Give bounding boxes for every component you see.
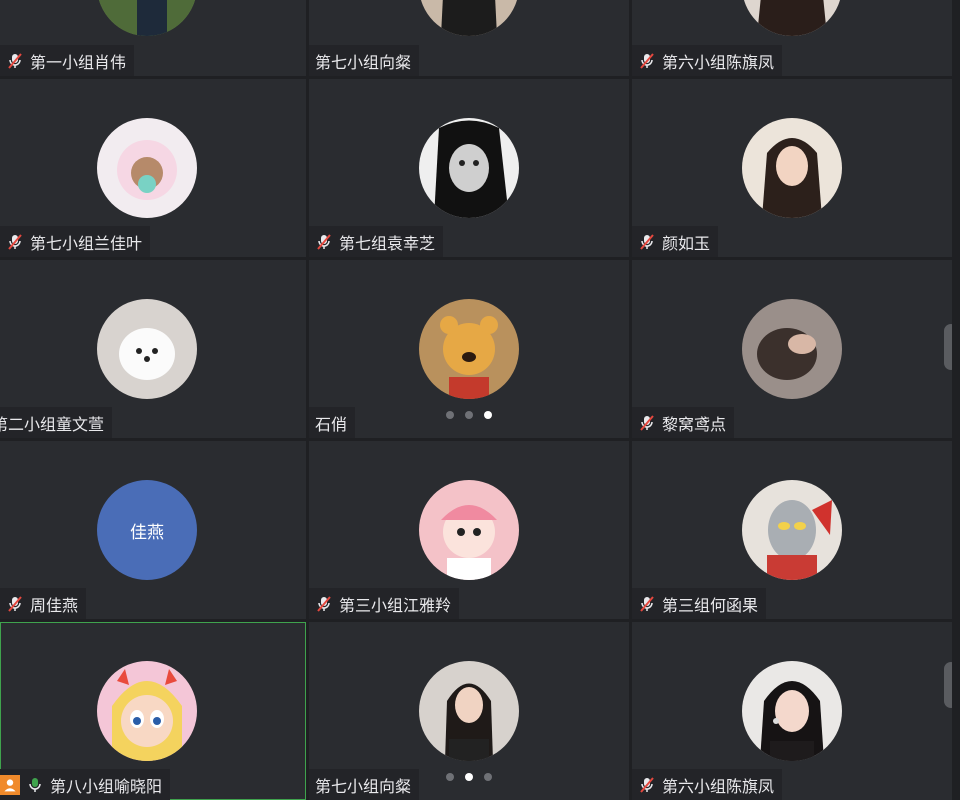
page-dot-active[interactable] (484, 411, 492, 419)
mic-muted-icon (640, 414, 654, 431)
participant-name: 第七小组向粲 (315, 52, 412, 72)
screen-share-icon (0, 774, 20, 795)
participant-nameplate: 第三组何函果 (632, 588, 767, 619)
participant-name: 颜如玉 (662, 233, 711, 253)
avatar (742, 0, 842, 36)
page-dot[interactable] (446, 411, 454, 419)
participant-name: 第六小组陈旗凤 (662, 776, 775, 796)
participant-tile[interactable]: 佳燕 周佳燕 (0, 441, 306, 619)
participant-nameplate: 第六小组陈旗凤 (632, 769, 783, 800)
participant-name: 周佳燕 (30, 595, 79, 615)
participant-nameplate: 第七小组兰佳叶 (0, 226, 151, 257)
participant-name: 第八小组喻晓阳 (50, 776, 163, 796)
participant-name: 第七小组兰佳叶 (30, 233, 143, 253)
video-grid: 第一小组肖伟 第七小组向粲 第六小组陈旗凤 第七小组兰佳叶 第七组袁幸芝 颜如玉… (0, 0, 960, 800)
participant-tile[interactable]: 第六小组陈旗凤 (632, 0, 952, 76)
avatar (742, 299, 842, 399)
participant-tile[interactable]: 第七小组向粲 (309, 0, 629, 76)
participant-name: 第一小组肖伟 (30, 52, 127, 72)
participant-name: 第七组袁幸芝 (339, 233, 436, 253)
participant-nameplate: 第三小组江雅羚 (309, 588, 460, 619)
participant-tile[interactable]: 颜如玉 (632, 79, 952, 257)
page-dot-active[interactable] (465, 773, 473, 781)
avatar (742, 118, 842, 218)
mic-muted-icon (640, 52, 654, 69)
page-indicator (446, 411, 492, 419)
participant-name: 黎窝鸢点 (662, 414, 727, 434)
participant-nameplate: 第七小组向粲 (309, 769, 420, 800)
participant-nameplate: 第八小组喻晓阳 (0, 769, 171, 800)
avatar (97, 118, 197, 218)
participant-tile[interactable]: 黎窝鸢点 (632, 260, 952, 438)
page-dot[interactable] (446, 773, 454, 781)
participant-tile[interactable]: 第六小组陈旗凤 (632, 622, 952, 800)
participant-tile[interactable]: 第七组袁幸芝 (309, 79, 629, 257)
participant-nameplate: 周佳燕 (0, 588, 87, 619)
avatar (742, 661, 842, 761)
participant-nameplate: 石俏 (309, 407, 356, 438)
page-dot[interactable] (484, 773, 492, 781)
participant-nameplate: 第一小组肖伟 (0, 45, 135, 76)
participant-tile[interactable]: 第三组何函果 (632, 441, 952, 619)
avatar (97, 0, 197, 36)
participant-tile[interactable]: 第二小组童文萱 (0, 260, 306, 438)
mic-muted-icon (317, 595, 331, 612)
participant-nameplate: 黎窝鸢点 (632, 407, 735, 438)
scroll-handle[interactable] (944, 324, 952, 370)
participant-name: 石俏 (315, 414, 348, 434)
avatar (97, 299, 197, 399)
mic-muted-icon (317, 233, 331, 250)
avatar-initials: 佳燕 (97, 480, 197, 580)
participant-nameplate: 颜如玉 (632, 226, 719, 257)
page-dot[interactable] (465, 411, 473, 419)
participant-name: 第二小组童文萱 (0, 414, 105, 434)
avatar (419, 661, 519, 761)
participant-tile-active-speaker[interactable]: 第八小组喻晓阳 (0, 622, 306, 800)
participant-tile[interactable]: 第三小组江雅羚 (309, 441, 629, 619)
participant-name: 第三组何函果 (662, 595, 759, 615)
avatar (419, 0, 519, 36)
mic-muted-icon (8, 595, 22, 612)
avatar (419, 480, 519, 580)
page-indicator (446, 773, 492, 781)
scroll-handle[interactable] (944, 662, 952, 708)
participant-name: 第七小组向粲 (315, 776, 412, 796)
mic-muted-icon (640, 776, 654, 793)
participant-tile[interactable]: 第七小组兰佳叶 (0, 79, 306, 257)
participant-nameplate: 第六小组陈旗凤 (632, 45, 783, 76)
avatar (419, 299, 519, 399)
participant-name: 第三小组江雅羚 (339, 595, 452, 615)
participant-nameplate: 第七组袁幸芝 (309, 226, 444, 257)
participant-nameplate: 第二小组童文萱 (0, 407, 113, 438)
avatar (97, 661, 197, 761)
participant-tile[interactable]: 第一小组肖伟 (0, 0, 306, 76)
mic-muted-icon (8, 52, 22, 69)
participant-name: 第六小组陈旗凤 (662, 52, 775, 72)
participant-nameplate: 第七小组向粲 (309, 45, 420, 76)
mic-muted-icon (640, 595, 654, 612)
mic-muted-icon (640, 233, 654, 250)
avatar (742, 480, 842, 580)
mic-speaking-icon (29, 777, 41, 792)
mic-muted-icon (8, 233, 22, 250)
avatar (419, 118, 519, 218)
